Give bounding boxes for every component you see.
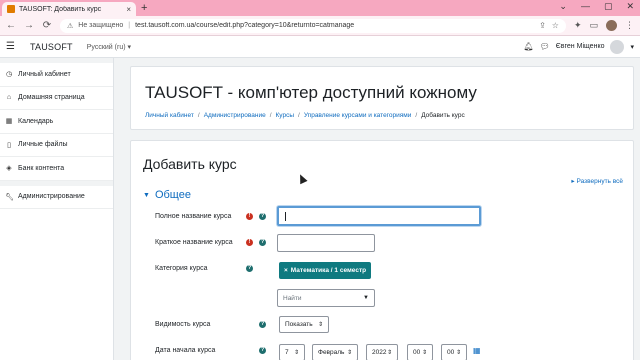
breadcrumb-dashboard[interactable]: Личный кабинет [145, 112, 194, 119]
hamburger-menu-icon[interactable]: ☰ [6, 41, 20, 52]
file-icon: ▯ [7, 141, 11, 149]
category-search-placeholder: Найти [283, 294, 302, 302]
add-course-form: Добавить курс ▸ Развернуть всё ▼ Общее П… [130, 140, 634, 360]
expand-all-link[interactable]: ▸ Развернуть всё [571, 177, 623, 185]
full-name-input[interactable] [277, 206, 481, 226]
sidebar-item-label: Банк контента [18, 164, 65, 172]
address-toolbar: ← → ⟳ ⚠ Не защищено | test.tausoft.com.u… [0, 16, 640, 36]
warning-icon[interactable]: ⚠ [67, 22, 73, 30]
help-icon[interactable]: ? [259, 321, 266, 328]
bookmark-star-icon[interactable]: ☆ [552, 21, 559, 30]
language-selector[interactable]: Русский (ru) ▾ [87, 43, 131, 51]
page-title: TAUSOFT - комп'ютер доступний кожному [145, 83, 477, 102]
profile-avatar-icon[interactable] [606, 20, 617, 31]
visibility-select[interactable]: Показать ⇕ [279, 316, 329, 333]
help-icon[interactable]: ? [259, 213, 266, 220]
visibility-label: Видимость курса [155, 321, 211, 328]
browser-tab[interactable]: TAUSOFT: Добавить курс × [2, 2, 136, 16]
sidebar-item-label: Календарь [18, 117, 54, 125]
start-year-select[interactable]: 2022 ⇕ [366, 344, 398, 360]
sidebar-item-content-bank[interactable]: ◈ Банк контента [0, 157, 113, 181]
required-icon[interactable]: ! [246, 213, 253, 220]
remove-chip-icon[interactable]: × [284, 267, 288, 274]
browser-tab-strip: TAUSOFT: Добавить курс × + ⌄ — ▢ ✕ [0, 0, 640, 16]
breadcrumb-courses[interactable]: Курсы [276, 112, 295, 119]
tab-close-icon[interactable]: × [126, 5, 131, 14]
page-header: TAUSOFT - комп'ютер доступний кожному Ли… [130, 66, 634, 130]
url-bar[interactable]: ⚠ Не защищено | test.tausoft.com.ua/cour… [60, 18, 566, 33]
short-name-label: Краткое название курса [155, 239, 233, 246]
sidebar-item-home[interactable]: ⌂ Домашняя страница [0, 87, 113, 110]
collapse-triangle-icon: ▼ [143, 191, 150, 199]
start-hour-select[interactable]: 00 ⇕ [407, 344, 433, 360]
category-search-select[interactable]: Найти ▼ [277, 289, 375, 307]
help-icon[interactable]: ? [246, 265, 253, 272]
maximize-icon[interactable]: ▢ [604, 1, 613, 12]
breadcrumb-current: Добавить курс [421, 112, 465, 119]
sidebar-item-label: Личный кабинет [18, 70, 71, 78]
side-panel-icon[interactable]: ▭ [589, 20, 598, 31]
sidebar-item-private-files[interactable]: ▯ Личные файлы [0, 134, 113, 157]
site-favicon-icon [7, 5, 15, 13]
window-controls: ⌄ — ▢ ✕ [559, 1, 634, 12]
dashboard-icon: ◷ [5, 71, 13, 79]
sidebar-item-label: Личные файлы [18, 141, 68, 149]
help-icon[interactable]: ? [259, 347, 266, 354]
start-date-label: Дата начала курса [155, 347, 216, 354]
url-text[interactable]: test.tausoft.com.ua/course/edit.php?cate… [135, 22, 534, 29]
sidebar-item-label: Домашняя страница [18, 94, 85, 102]
calendar-picker-icon[interactable]: ▦ [473, 346, 481, 355]
wrench-icon: 🔧︎ [5, 193, 14, 201]
messages-icon[interactable]: 💬︎ [540, 42, 550, 51]
breadcrumb: Личный кабинет / Администрирование / Кур… [145, 112, 465, 119]
extensions-icon[interactable]: ✦ [574, 20, 582, 31]
category-chip-label: Математика / 1 семестр [290, 267, 367, 274]
form-title: Добавить курс [143, 156, 237, 172]
browser-menu-icon[interactable]: ⋮ [625, 20, 634, 31]
user-name[interactable]: Євген Міщенко [556, 43, 605, 50]
site-brand[interactable]: TAUSOFT [30, 42, 73, 52]
full-name-label: Полное название курса [155, 213, 232, 220]
security-label: Не защищено [78, 22, 124, 29]
minimize-icon[interactable]: — [581, 1, 590, 12]
sidebar-item-dashboard[interactable]: ◷ Личный кабинет [0, 63, 113, 87]
help-icon[interactable]: ? [259, 239, 266, 246]
language-label: Русский (ru) [86, 43, 126, 51]
start-minute-select[interactable]: 00 ⇕ [441, 344, 467, 360]
start-month-select[interactable]: Февраль ⇕ [312, 344, 358, 360]
required-icon[interactable]: ! [246, 239, 253, 246]
breadcrumb-admin[interactable]: Администрирование [204, 112, 266, 119]
tab-search-icon[interactable]: ⌄ [559, 1, 567, 12]
user-menu-chevron-icon[interactable]: ▾ [630, 43, 634, 51]
sidebar-item-site-admin[interactable]: 🔧︎ Администрирование [0, 186, 113, 209]
user-avatar[interactable] [610, 39, 625, 54]
sidebar-nav: ◷ Личный кабинет ⌂ Домашняя страница ▦ К… [0, 58, 114, 360]
short-name-input[interactable] [277, 234, 375, 252]
start-day-select[interactable]: 7 ⇕ [279, 344, 305, 360]
sidebar-item-calendar[interactable]: ▦ Календарь [0, 110, 113, 134]
sidebar-item-label: Администрирование [18, 193, 85, 201]
forward-icon[interactable]: → [24, 20, 34, 31]
section-general-title: Общее [154, 189, 191, 201]
select-arrow-icon: ⇕ [317, 322, 323, 328]
breadcrumb-manage[interactable]: Управление курсами и категориями [304, 112, 412, 119]
calendar-icon: ▦ [5, 118, 13, 126]
section-general-toggle[interactable]: ▼ Общее [143, 189, 191, 201]
visibility-value: Показать [285, 321, 313, 328]
home-icon: ⌂ [6, 94, 12, 102]
notifications-bell-icon[interactable]: 🔔︎ [523, 42, 533, 51]
reload-icon[interactable]: ⟳ [42, 20, 52, 31]
cube-icon: ◈ [6, 165, 12, 173]
site-navbar: ☰ TAUSOFT Русский (ru) ▾ 🔔︎ 💬︎ Євген Міщ… [0, 36, 640, 58]
new-tab-button[interactable]: + [141, 2, 147, 14]
share-icon[interactable]: ⇪ [539, 21, 546, 30]
tab-title: TAUSOFT: Добавить курс [19, 5, 102, 13]
close-window-icon[interactable]: ✕ [626, 1, 634, 12]
dropdown-arrow-icon: ▼ [363, 295, 369, 301]
category-chip[interactable]: × Математика / 1 семестр [279, 262, 372, 279]
category-label: Категория курса [155, 265, 208, 272]
back-icon[interactable]: ← [6, 20, 16, 31]
